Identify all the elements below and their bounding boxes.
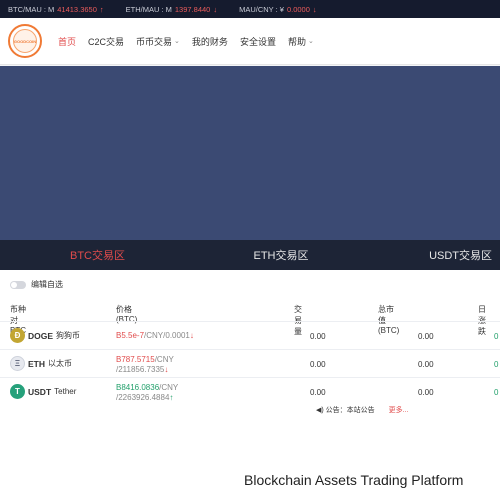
edit-favorites-toggle[interactable]: 编辑自选 <box>10 279 63 290</box>
change-cell: 0 <box>494 332 499 341</box>
ticker-pair: BTC/MAU : M <box>8 4 55 14</box>
sort-icon: ⇕ <box>294 305 300 311</box>
mcap-cell: 0.00 <box>418 360 434 369</box>
price-value: B5.5e-7 <box>116 331 145 340</box>
dogecoin-icon: Ð <box>10 328 25 343</box>
ticker-item-mau[interactable]: MAU/CNY : ¥ 0.0000 ↓ <box>239 5 317 14</box>
arrow-up-icon: ↑ <box>99 4 104 14</box>
arrow-up-icon: ↑ <box>169 393 174 402</box>
table-row[interactable]: Ð DOGE 狗狗币 B5.5e-7/CNY/0.0001↓ 0.00 0.00… <box>0 321 500 349</box>
coin-name: 以太币 <box>48 359 72 368</box>
table-row[interactable]: T USDT Tether B8416.0836/CNY /2263926.48… <box>0 377 500 405</box>
coin-symbol: ETH <box>28 358 45 369</box>
price-cny: /CNY <box>154 355 174 364</box>
arrow-down-icon: ↓ <box>213 4 218 14</box>
tab-eth[interactable]: ETH交易区 <box>211 240 352 270</box>
nav-item-coin-trade[interactable]: 币币交易 ⌄ <box>136 35 180 48</box>
ticker-item-eth[interactable]: ETH/MAU : M 1397.8440 ↓ <box>126 5 217 14</box>
arrow-down-icon: ↓ <box>312 4 317 14</box>
nav-item-help[interactable]: 帮助 ⌄ <box>288 35 314 48</box>
coin-cell: Ð DOGE 狗狗币 <box>10 328 80 343</box>
ticker-price: 41413.3650 <box>57 4 97 14</box>
logo-mark: GOODCOIN <box>13 29 37 53</box>
tab-usdt[interactable]: USDT交易区 <box>351 240 500 270</box>
tab-btc[interactable]: BTC交易区 <box>0 240 211 270</box>
toggle-switch[interactable] <box>10 280 26 289</box>
arrow-down-icon: ↓ <box>189 331 194 340</box>
toggle-label: 编辑自选 <box>31 280 63 289</box>
logo[interactable]: GOODCOIN <box>8 24 42 58</box>
price-cell: B787.5715/CNY /211856.7335↓ <box>116 355 174 375</box>
arrow-down-icon: ↓ <box>164 365 169 374</box>
nav-item-label: 帮助 <box>287 36 306 47</box>
nav-item-c2c[interactable]: C2C交易 <box>88 35 124 48</box>
volume-cell: 0.00 <box>310 388 326 397</box>
chevron-down-icon: ⌄ <box>174 38 180 45</box>
table-header: ⇕币种对BTC ⇕价格(BTC) 交易量⇕ 总市值(BTC)⇕ 日涨跌 <box>0 304 500 336</box>
volume-cell: 0.00 <box>310 332 326 341</box>
price-cny-value: /2263926.4884 <box>116 393 170 402</box>
price-value: B787.5715 <box>116 355 155 364</box>
change-cell: 0 <box>494 388 499 397</box>
more-link[interactable]: 更多... <box>389 405 409 415</box>
ticker-bar: BTC/MAU : M 41413.3650 ↑ ETH/MAU : M 139… <box>0 0 500 18</box>
market-tabs: BTC交易区 ETH交易区 USDT交易区 <box>0 240 500 270</box>
nav-menu: 首页 C2C交易 币币交易 ⌄ 我的财务 安全设置 帮助 ⌄ <box>58 35 314 48</box>
mcap-cell: 0.00 <box>418 388 434 397</box>
footer-section: Blockchain Assets Trading Platform <box>0 450 500 500</box>
speaker-icon: ◀) <box>316 407 324 414</box>
price-cny-value: /211856.7335 <box>116 365 165 374</box>
tether-icon: T <box>10 384 25 399</box>
nav-item-label: 我的财务 <box>191 36 228 47</box>
coin-cell: T USDT Tether <box>10 384 76 399</box>
coin-symbol: DOGE <box>28 330 54 341</box>
price-cell: B5.5e-7/CNY/0.0001↓ <box>116 331 194 341</box>
announcement-bar: ◀) 公告：本站公告 更多... <box>316 405 409 415</box>
market-panel: 编辑自选 ⇕币种对BTC ⇕价格(BTC) 交易量⇕ 总市值(BTC)⇕ 日涨跌… <box>0 270 500 450</box>
nav-item-home[interactable]: 首页 <box>58 35 76 48</box>
nav-item-security[interactable]: 安全设置 <box>240 35 276 48</box>
ethereum-icon: Ξ <box>10 356 25 371</box>
nav-item-label: 安全设置 <box>239 36 276 47</box>
ticker-pair: MAU/CNY : ¥ <box>239 4 284 14</box>
main-nav: GOODCOIN 首页 C2C交易 币币交易 ⌄ 我的财务 安全设置 帮助 ⌄ <box>0 18 500 65</box>
coin-symbol: USDT <box>28 386 52 397</box>
ticker-item-btc[interactable]: BTC/MAU : M 41413.3650 ↑ <box>8 5 104 14</box>
coin-cell: Ξ ETH 以太币 <box>10 356 72 371</box>
table-row[interactable]: Ξ ETH 以太币 B787.5715/CNY /211856.7335↓ 0.… <box>0 349 500 377</box>
nav-item-label: C2C交易 <box>88 36 125 47</box>
price-cell: B8416.0836/CNY /2263926.4884↑ <box>116 383 178 403</box>
hero-banner <box>0 66 500 240</box>
nav-item-label: 币币交易 <box>136 36 173 47</box>
nav-item-label: 首页 <box>58 36 77 47</box>
price-cny: /CNY <box>159 383 179 392</box>
price-cny: /CNY/0.0001 <box>144 331 190 340</box>
announcement-text: 公告：本站公告 <box>325 407 375 414</box>
mcap-cell: 0.00 <box>418 332 434 341</box>
ticker-price: 1397.8440 <box>174 4 211 14</box>
price-value: B8416.0836 <box>116 383 160 392</box>
ticker-pair: ETH/MAU : M <box>125 4 172 14</box>
nav-item-finance[interactable]: 我的财务 <box>192 35 228 48</box>
sort-icon: ⇕ <box>378 305 384 311</box>
volume-cell: 0.00 <box>310 360 326 369</box>
change-cell: 0 <box>494 360 499 369</box>
announcement-item[interactable]: ◀) 公告：本站公告 <box>316 405 375 415</box>
platform-title: Blockchain Assets Trading Platform <box>244 472 464 488</box>
coin-name: 狗狗币 <box>56 331 81 340</box>
chevron-down-icon: ⌄ <box>307 38 314 45</box>
ticker-price: 0.0000 <box>286 4 310 14</box>
coin-name: Tether <box>54 387 77 396</box>
